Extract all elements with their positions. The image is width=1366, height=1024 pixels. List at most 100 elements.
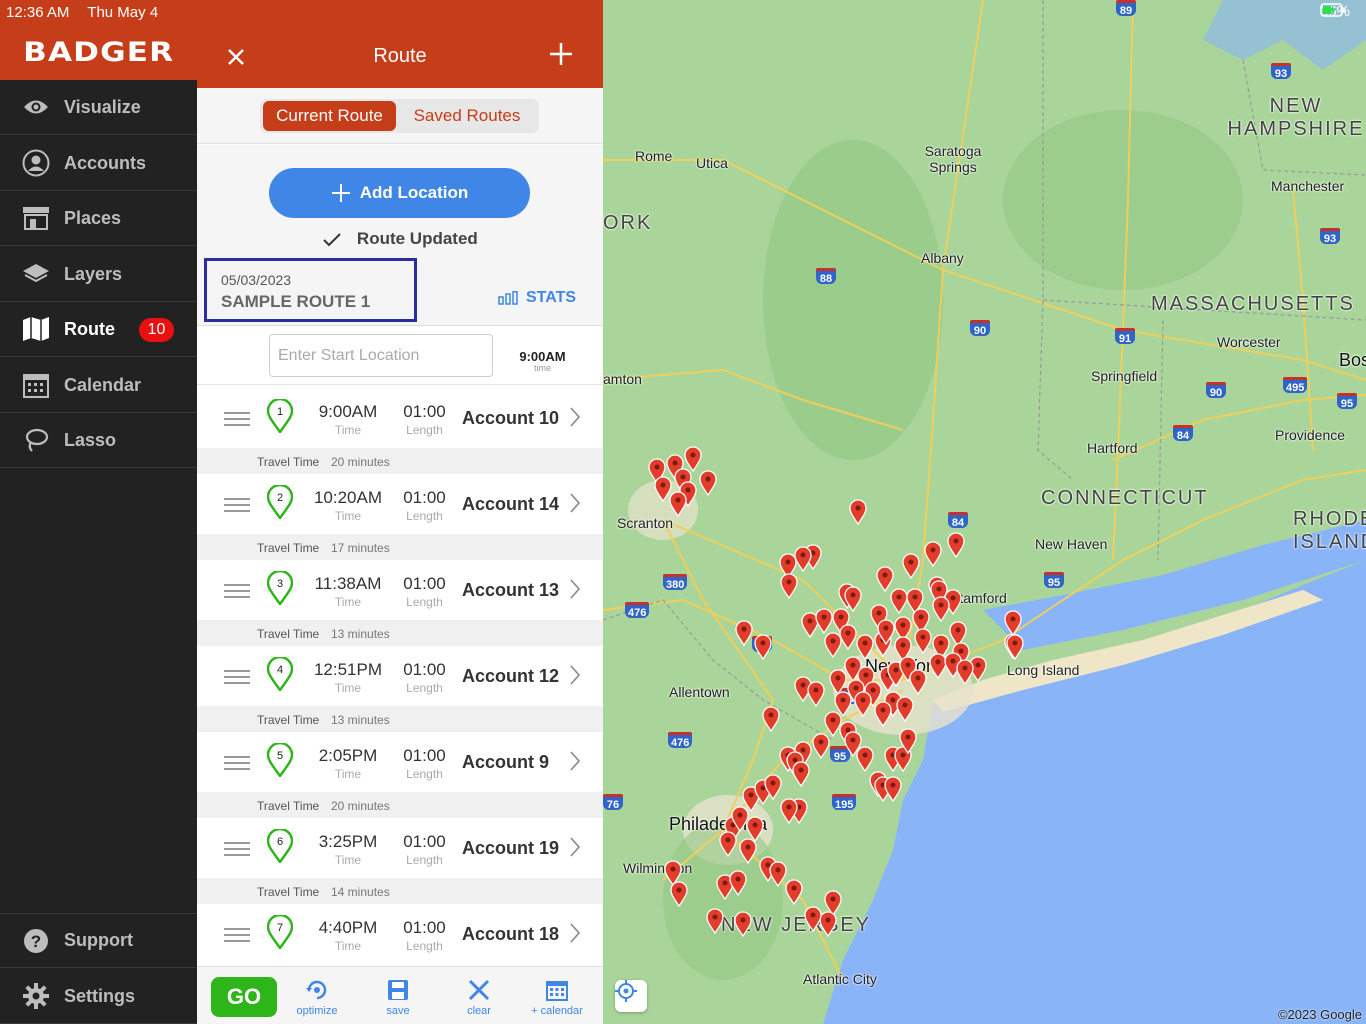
chevron-right-icon[interactable] — [569, 578, 581, 600]
account-pin-icon[interactable] — [735, 620, 753, 646]
map-view[interactable]: Rome Utica Saratoga Springs ORK Albany NEW HA… — [603, 0, 1366, 1024]
chevron-right-icon[interactable] — [569, 922, 581, 944]
route-stop-row[interactable]: 6 3:25PM Time 01:00 Length Account 19 — [197, 818, 603, 878]
start-location-input[interactable] — [269, 334, 493, 377]
calendar-icon — [21, 370, 51, 400]
sidebar-item-places[interactable]: Places — [0, 191, 197, 246]
account-pin-icon[interactable] — [734, 911, 752, 937]
optimize-button[interactable]: optimize — [282, 975, 352, 1017]
account-pin-icon[interactable] — [739, 838, 757, 864]
drag-handle-icon[interactable] — [224, 584, 250, 602]
account-pin-icon[interactable] — [729, 870, 747, 896]
account-pin-icon[interactable] — [807, 681, 825, 707]
account-pin-icon[interactable] — [804, 906, 822, 932]
account-pin-icon[interactable] — [947, 532, 965, 558]
account-pin-icon[interactable] — [884, 776, 902, 802]
sidebar-item-settings[interactable]: Settings — [0, 969, 197, 1024]
account-pin-icon[interactable] — [1006, 634, 1024, 660]
account-pin-icon[interactable] — [877, 619, 895, 645]
account-pin-icon[interactable] — [792, 761, 810, 787]
add-to-calendar-button[interactable]: + calendar — [522, 975, 592, 1017]
account-pin-icon[interactable] — [780, 798, 798, 824]
sidebar-item-route[interactable]: Route 10 — [0, 302, 197, 357]
account-pin-icon[interactable] — [849, 499, 867, 525]
account-pin-icon[interactable] — [794, 546, 812, 572]
sidebar-item-visualize[interactable]: Visualize — [0, 80, 197, 135]
chevron-right-icon[interactable] — [569, 406, 581, 428]
account-pin-icon[interactable] — [815, 608, 833, 634]
add-route-button[interactable] — [549, 38, 573, 72]
stop-time[interactable]: 3:25PM — [307, 832, 389, 852]
route-stop-row[interactable]: 4 12:51PM Time 01:00 Length Account 12 — [197, 646, 603, 706]
stop-time[interactable]: 4:40PM — [307, 918, 389, 938]
route-stop-row[interactable]: 5 2:05PM Time 01:00 Length Account 9 — [197, 732, 603, 792]
account-pin-icon[interactable] — [812, 733, 830, 759]
sidebar-item-accounts[interactable]: Accounts — [0, 136, 197, 191]
route-stop-row[interactable]: 3 11:38AM Time 01:00 Length Account 13 — [197, 560, 603, 620]
account-pin-icon[interactable] — [932, 596, 950, 622]
tab-saved-routes[interactable]: Saved Routes — [398, 101, 536, 131]
stop-time[interactable]: 12:51PM — [307, 660, 389, 680]
account-pin-icon[interactable] — [839, 624, 857, 650]
drag-handle-icon[interactable] — [224, 498, 250, 516]
account-pin-icon[interactable] — [914, 628, 932, 654]
locate-me-button[interactable] — [615, 980, 647, 1012]
chevron-right-icon[interactable] — [569, 492, 581, 514]
stop-length[interactable]: 01:00 — [397, 488, 452, 508]
sidebar-item-layers[interactable]: Layers — [0, 247, 197, 302]
go-button[interactable]: GO — [211, 977, 277, 1017]
drag-handle-icon[interactable] — [224, 756, 250, 774]
drag-handle-icon[interactable] — [224, 412, 250, 430]
route-stop-row[interactable]: 2 10:20AM Time 01:00 Length Account 14 — [197, 474, 603, 534]
account-pin-icon[interactable] — [754, 634, 772, 660]
stop-time[interactable]: 10:20AM — [307, 488, 389, 508]
stats-button[interactable]: STATS — [498, 289, 576, 307]
stop-time[interactable]: 2:05PM — [307, 746, 389, 766]
account-pin-icon[interactable] — [780, 573, 798, 599]
route-name-highlight[interactable]: 05/03/2023 SAMPLE ROUTE 1 — [204, 258, 417, 322]
account-pin-icon[interactable] — [874, 701, 892, 727]
sidebar-item-calendar[interactable]: Calendar — [0, 358, 197, 413]
chevron-right-icon[interactable] — [569, 836, 581, 858]
stop-length[interactable]: 01:00 — [397, 918, 452, 938]
tab-current-route[interactable]: Current Route — [263, 101, 396, 131]
chevron-right-icon[interactable] — [569, 664, 581, 686]
account-pin-icon[interactable] — [762, 706, 780, 732]
account-pin-icon[interactable] — [785, 879, 803, 905]
chevron-right-icon[interactable] — [569, 750, 581, 772]
account-pin-icon[interactable] — [854, 691, 872, 717]
stop-length[interactable]: 01:00 — [397, 832, 452, 852]
stop-length[interactable]: 01:00 — [397, 574, 452, 594]
account-pin-icon[interactable] — [924, 541, 942, 567]
stop-number-pin-icon: 1 — [267, 399, 293, 433]
drag-handle-icon[interactable] — [224, 670, 250, 688]
clear-button[interactable]: clear — [444, 975, 514, 1017]
stop-length[interactable]: 01:00 — [397, 660, 452, 680]
account-pin-icon[interactable] — [909, 669, 927, 695]
drag-handle-icon[interactable] — [224, 842, 250, 860]
account-pin-icon[interactable] — [706, 908, 724, 934]
stop-time[interactable]: 11:38AM — [307, 574, 389, 594]
account-pin-icon[interactable] — [764, 774, 782, 800]
route-stop-row[interactable]: 1 9:00AM Time 01:00 Length Account 10 — [197, 388, 603, 448]
account-pin-icon[interactable] — [670, 881, 688, 907]
save-button[interactable]: save — [363, 975, 433, 1017]
add-location-button[interactable]: Add Location — [269, 168, 530, 218]
map-place-label: Worcester — [1217, 334, 1281, 350]
sidebar-item-lasso[interactable]: Lasso — [0, 413, 197, 468]
sidebar-item-support[interactable]: ? Support — [0, 913, 197, 968]
stop-length[interactable]: 01:00 — [397, 746, 452, 766]
account-pin-icon[interactable] — [699, 470, 717, 496]
stop-length[interactable]: 01:00 — [397, 402, 452, 422]
account-pin-icon[interactable] — [856, 746, 874, 772]
stop-time[interactable]: 9:00AM — [307, 402, 389, 422]
route-stop-row[interactable]: 7 4:40PM Time 01:00 Length Account 18 — [197, 904, 603, 964]
account-pin-icon[interactable] — [902, 553, 920, 579]
start-time-value[interactable]: 9:00AM — [515, 349, 570, 364]
account-pin-icon[interactable] — [956, 659, 974, 685]
account-pin-icon[interactable] — [669, 491, 687, 517]
account-pin-icon[interactable] — [719, 831, 737, 857]
account-pin-icon[interactable] — [899, 728, 917, 754]
account-pin-icon[interactable] — [896, 696, 914, 722]
drag-handle-icon[interactable] — [224, 928, 250, 946]
